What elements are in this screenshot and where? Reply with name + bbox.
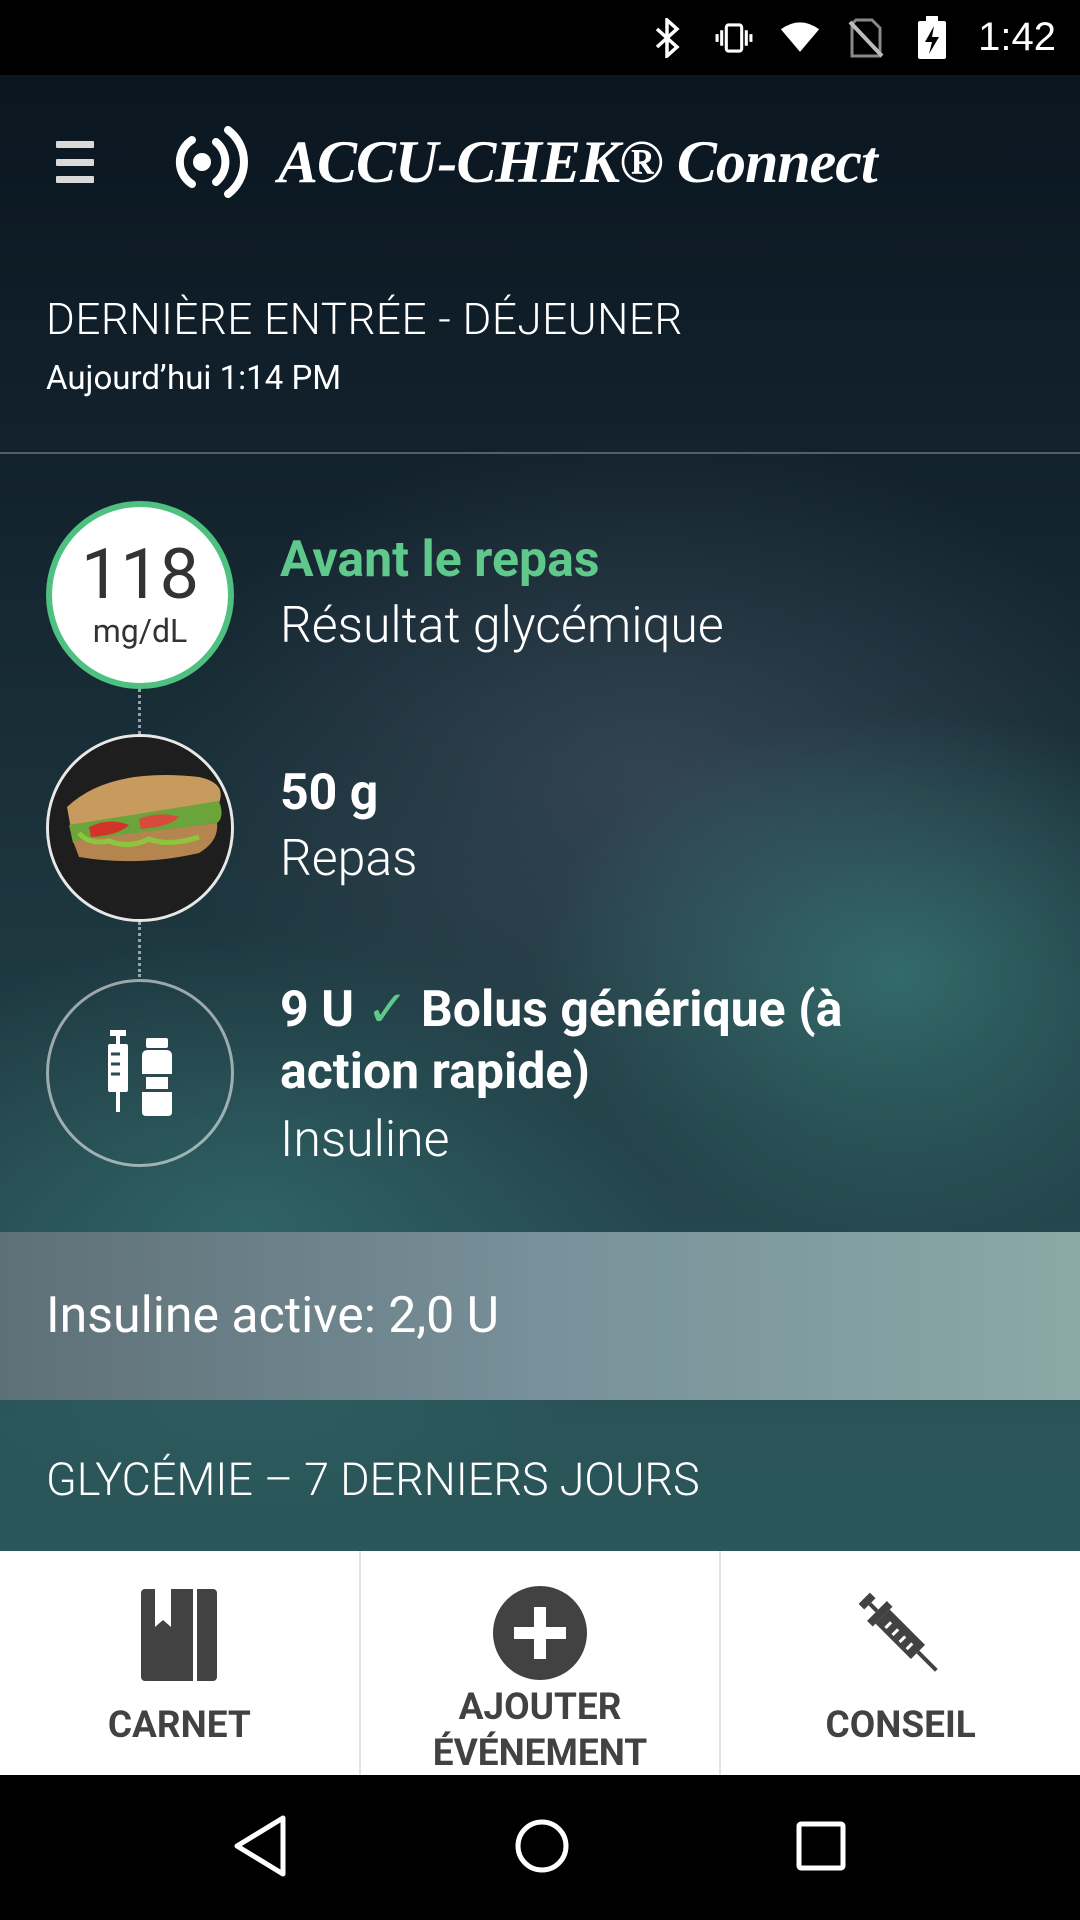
- meal-label: Repas: [280, 830, 418, 888]
- glucose-label: Résultat glycémique: [280, 597, 724, 655]
- vibrate-icon: [714, 18, 754, 58]
- nav-conseil-label: CONSEIL: [825, 1704, 976, 1747]
- app-logo: ACCU-CHEK® Connect: [172, 117, 878, 207]
- insulin-label: Insuline: [280, 1111, 450, 1169]
- system-nav-bar: [0, 1775, 1080, 1920]
- hamburger-menu-icon[interactable]: [50, 137, 100, 187]
- check-icon: ✓: [366, 981, 409, 1039]
- insulin-amount: 9 U: [280, 981, 355, 1039]
- nav-conseil[interactable]: CONSEIL: [721, 1551, 1080, 1775]
- glucose-unit: mg/dL: [92, 612, 188, 650]
- nav-carnet-label: CARNET: [107, 1704, 251, 1747]
- divider: [0, 452, 1080, 454]
- last-entry-time: Aujourd’hui 1:14 PM: [46, 359, 342, 398]
- last-entry-header: DERNIÈRE ENTRÉE - DÉJEUNER Aujourd’hui 1…: [46, 293, 683, 398]
- insulin-circle: [46, 979, 234, 1167]
- status-time: 1:42: [978, 15, 1056, 59]
- active-insulin-bar[interactable]: Insuline active: 2,0 U: [0, 1232, 1080, 1400]
- timeline-connector: [138, 922, 141, 977]
- bottom-nav: CARNET AJOUTER ÉVÉNEMENT CONSEIL: [0, 1551, 1080, 1775]
- recents-icon[interactable]: [793, 1818, 849, 1878]
- insulin-name-line1: Bolus générique (à: [420, 981, 843, 1039]
- meal-text: 50 g Repas: [280, 764, 418, 888]
- nav-carnet[interactable]: CARNET: [0, 1551, 361, 1775]
- meal-photo: [46, 734, 234, 922]
- nav-add-event-label-line1: AJOUTER: [458, 1686, 622, 1729]
- glucose-value: 118: [80, 534, 200, 616]
- nav-add-event-label-line2: ÉVÉNEMENT: [432, 1732, 648, 1775]
- glucose-context: Avant le repas: [280, 531, 600, 589]
- add-circle-icon: [492, 1585, 588, 1681]
- home-icon[interactable]: [512, 1816, 572, 1880]
- syringe-vial-icon: [108, 1030, 172, 1116]
- syringe-icon: [851, 1585, 951, 1685]
- timeline-connector: [138, 689, 141, 734]
- insulin-dose: 9 U ✓ Bolus générique (à action rapide): [280, 979, 1020, 1103]
- meal-carbs: 50 g: [280, 764, 379, 822]
- battery-charging-icon: [912, 15, 952, 59]
- logo-text: ACCU-CHEK® Connect: [278, 128, 878, 195]
- app-header: ACCU-CHEK® Connect: [0, 75, 1080, 245]
- nav-add-event[interactable]: AJOUTER ÉVÉNEMENT: [361, 1551, 722, 1775]
- no-sim-icon: [846, 18, 886, 58]
- logbook-icon: [139, 1585, 219, 1685]
- bluetooth-icon: [648, 17, 688, 58]
- signal-logo-icon: [175, 126, 248, 198]
- nav-add-event-label: AJOUTER ÉVÉNEMENT: [433, 1685, 647, 1777]
- insulin-name-line2: action rapide): [280, 1043, 590, 1101]
- wifi-icon: [780, 18, 820, 58]
- glucose-text: Avant le repas Résultat glycémique: [280, 531, 724, 655]
- back-icon[interactable]: [231, 1814, 291, 1882]
- glucose-7-days-title: GLYCÉMIE – 7 DERNIERS JOURS: [46, 1453, 700, 1506]
- active-insulin-text: Insuline active: 2,0 U: [46, 1287, 500, 1345]
- status-bar: 1:42: [0, 0, 1080, 75]
- insulin-text: 9 U ✓ Bolus générique (à action rapide) …: [280, 979, 1020, 1169]
- last-entry-title: DERNIÈRE ENTRÉE - DÉJEUNER: [46, 293, 683, 345]
- app-content: ACCU-CHEK® Connect DERNIÈRE ENTRÉE - DÉJ…: [0, 75, 1080, 1775]
- glucose-circle: 118 mg/dL: [46, 501, 234, 689]
